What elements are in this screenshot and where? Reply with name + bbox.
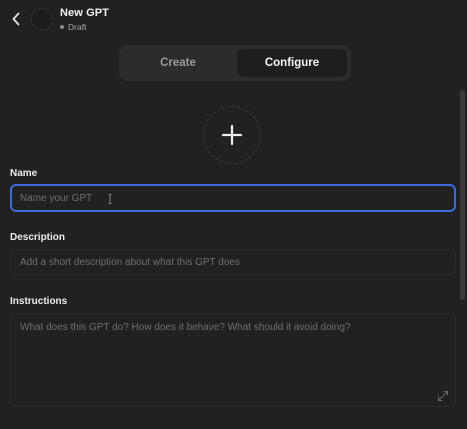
tab-configure[interactable]: Configure	[237, 49, 347, 77]
status-dot-icon	[60, 25, 64, 29]
gpt-avatar	[31, 8, 53, 30]
expand-icon[interactable]	[437, 390, 449, 402]
description-label: Description	[10, 232, 66, 243]
mode-tabs: Create Configure	[119, 45, 351, 81]
editor-header: New GPT Draft	[0, 0, 467, 40]
name-label: Name	[10, 168, 38, 179]
back-button[interactable]	[6, 8, 26, 30]
gpt-title: New GPT	[60, 7, 109, 19]
name-input[interactable]	[10, 184, 456, 212]
tab-create[interactable]: Create	[123, 49, 233, 77]
plus-icon	[221, 124, 243, 146]
text-cursor-icon	[108, 194, 112, 204]
instructions-label: Instructions	[10, 296, 68, 307]
draft-status: Draft	[60, 22, 86, 32]
description-input[interactable]	[10, 249, 456, 275]
add-image-button[interactable]	[203, 106, 261, 164]
status-label: Draft	[68, 22, 87, 32]
chevron-left-icon	[12, 12, 20, 26]
instructions-textarea[interactable]	[10, 313, 456, 407]
scrollbar[interactable]	[460, 90, 465, 300]
